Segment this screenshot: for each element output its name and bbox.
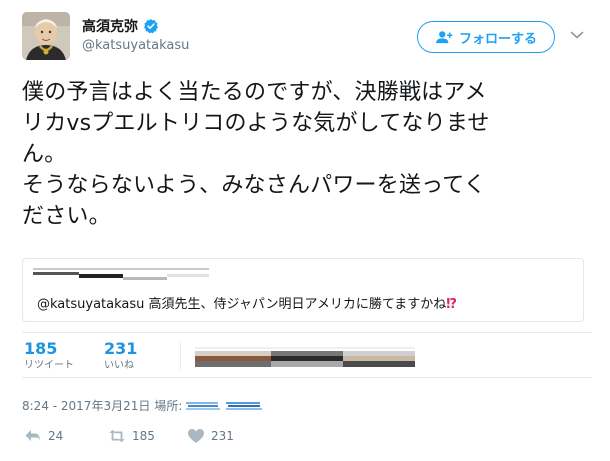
tweet-stats: 185 リツイート 231 いいね xyxy=(22,332,592,378)
tweet-line: リカvsプエルトリコのような気がしてなりませ xyxy=(22,111,490,136)
retweet-action-count: 185 xyxy=(132,429,155,443)
avatar-image xyxy=(22,12,70,60)
location-label: 場所: xyxy=(154,399,183,413)
redacted-quote-author xyxy=(33,268,209,280)
user-handle[interactable]: @katsuyatakasu xyxy=(82,38,189,53)
tweet-line: そうならないよう、みなさんパワーを送ってく xyxy=(22,173,487,198)
tweet-metadata: 8:24 - 2017年3月21日 場所: xyxy=(22,397,266,414)
tweet-line: ん。 xyxy=(22,142,67,167)
retweet-stat[interactable]: 185 リツイート xyxy=(24,339,74,372)
chevron-down-icon[interactable] xyxy=(570,30,584,40)
display-name[interactable]: 高須克弥 xyxy=(82,16,138,36)
add-user-icon xyxy=(436,31,453,44)
like-stat[interactable]: 231 いいね xyxy=(104,339,137,372)
heart-icon xyxy=(188,429,204,443)
follow-button[interactable]: フォローする xyxy=(417,21,555,53)
tweet-line: 僕の予言はよく当たるのですが、決勝戦はアメ xyxy=(22,80,487,105)
like-label: いいね xyxy=(104,360,134,371)
like-count: 231 xyxy=(104,339,138,358)
retweet-icon xyxy=(109,429,125,443)
quoted-tweet-body: @katsuyatakasu 高須先生、侍ジャパン明日アメリカに勝てますかね xyxy=(37,297,447,312)
exclamation-question-icon: ⁉ xyxy=(446,297,457,312)
tweet-text: 僕の予言はよく当たるのですが、決勝戦はアメ リカvsプエルトリコのような気がして… xyxy=(22,77,592,232)
redacted-location xyxy=(186,401,263,410)
quoted-tweet-card[interactable]: @katsuyatakasu 高須先生、侍ジャパン明日アメリカに勝てますかね⁉ xyxy=(22,258,584,322)
avatar[interactable] xyxy=(22,12,70,60)
retweet-label: リツイート xyxy=(24,360,74,371)
redacted-liker-avatars xyxy=(195,347,415,367)
like-button[interactable]: 231 xyxy=(187,428,234,444)
retweet-count: 185 xyxy=(24,339,58,358)
stats-divider xyxy=(180,341,181,371)
retweet-button[interactable]: 185 xyxy=(108,428,155,444)
tweet-line: ださい。 xyxy=(22,204,111,229)
user-name-row[interactable]: 高須克弥 xyxy=(82,16,159,36)
follow-button-label: フォローする xyxy=(458,30,537,46)
like-action-count: 231 xyxy=(211,429,234,443)
reply-icon xyxy=(25,430,40,442)
reply-count: 24 xyxy=(48,429,64,443)
verified-badge-icon xyxy=(144,19,158,34)
tweet-timestamp[interactable]: 8:24 - 2017年3月21日 xyxy=(22,397,150,414)
reply-button[interactable]: 24 xyxy=(24,428,63,444)
quoted-tweet-text: @katsuyatakasu 高須先生、侍ジャパン明日アメリカに勝てますかね⁉ xyxy=(37,293,457,312)
